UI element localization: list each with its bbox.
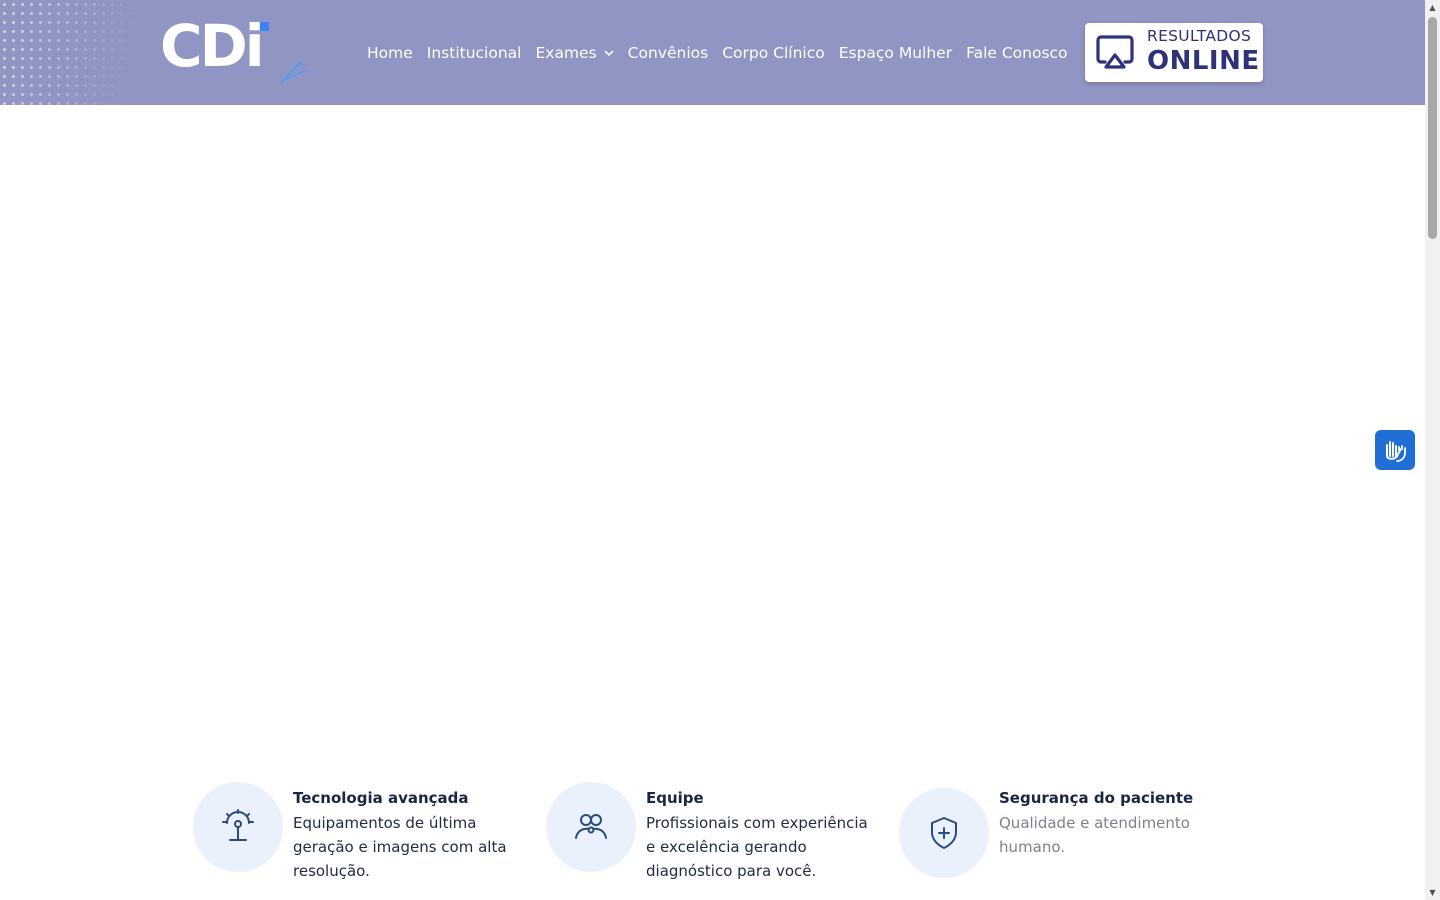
logo-accent-square xyxy=(260,22,269,31)
feature-title: Equipe xyxy=(646,789,704,807)
nav-espaco-mulher[interactable]: Espaço Mulher xyxy=(839,42,952,64)
nav-label: Institucional xyxy=(426,44,522,62)
shield-plus-icon xyxy=(931,817,957,849)
chevron-down-icon xyxy=(604,50,613,56)
feature-icon-circle xyxy=(546,782,636,872)
sign-language-accessibility-button[interactable] xyxy=(1375,430,1415,470)
logo-signature-mark xyxy=(281,62,307,84)
feature-icon-circle xyxy=(899,788,989,878)
results-label-top: RESULTADOS xyxy=(1147,27,1252,45)
feature-text: Tecnologia avançada Equipamentos de últi… xyxy=(293,788,523,883)
feature-technology: Tecnologia avançada Equipamentos de últi… xyxy=(193,782,533,892)
feature-icon-circle xyxy=(193,782,283,872)
nav-home[interactable]: Home xyxy=(367,42,413,64)
feature-description: Qualidade e atendimento humano. xyxy=(999,814,1190,856)
feature-patient-safety: Segurança do paciente Qualidade e atendi… xyxy=(899,782,1239,892)
medical-equipment-icon xyxy=(222,809,254,841)
main-navigation: Home Institucional Exames Convênios Corp… xyxy=(367,42,1082,64)
scrollbar-thumb[interactable] xyxy=(1428,17,1437,239)
nav-corpo-clinico[interactable]: Corpo Clínico xyxy=(722,42,825,64)
feature-description: Equipamentos de última geração e imagens… xyxy=(293,814,507,880)
results-button-text: RESULTADOS ONLINE xyxy=(1147,27,1260,76)
nav-convenios[interactable]: Convênios xyxy=(628,42,709,64)
nav-label: Convênios xyxy=(627,44,709,62)
scroll-down-arrow-icon[interactable]: ▼ xyxy=(1425,885,1440,900)
site-header: CDi Home Institucional Exames Convênios … xyxy=(0,0,1425,105)
decorative-dot-pattern xyxy=(0,0,150,105)
nav-label: Corpo Clínico xyxy=(722,44,825,62)
nav-label: Espaço Mulher xyxy=(838,44,953,62)
feature-title: Segurança do paciente xyxy=(999,789,1194,807)
team-people-icon xyxy=(575,814,607,839)
nav-fale-conosco[interactable]: Fale Conosco xyxy=(966,42,1067,64)
results-online-button[interactable]: RESULTADOS ONLINE xyxy=(1085,23,1263,82)
scroll-up-arrow-icon[interactable]: ▲ xyxy=(1425,0,1440,15)
nav-label: Exames xyxy=(535,44,597,62)
nav-institucional[interactable]: Institucional xyxy=(427,42,522,64)
logo-text: CDi xyxy=(160,12,265,80)
sign-language-hands-icon xyxy=(1386,441,1406,462)
nav-exames[interactable]: Exames xyxy=(535,42,613,64)
monitor-share-icon xyxy=(1096,35,1134,69)
nav-label: Fale Conosco xyxy=(966,44,1068,62)
feature-text: Segurança do paciente Qualidade e atendi… xyxy=(999,788,1229,859)
page-scrollbar[interactable]: ▲ ▼ xyxy=(1425,0,1440,900)
feature-text: Equipe Profissionais com experiência e e… xyxy=(646,788,876,883)
feature-team: Equipe Profissionais com experiência e e… xyxy=(546,782,886,892)
nav-label: Home xyxy=(367,44,413,62)
feature-description: Profissionais com experiência e excelênc… xyxy=(646,814,868,880)
cdi-logo[interactable]: CDi xyxy=(160,12,310,92)
feature-title: Tecnologia avançada xyxy=(293,789,469,807)
results-label-bottom: ONLINE xyxy=(1147,46,1260,76)
